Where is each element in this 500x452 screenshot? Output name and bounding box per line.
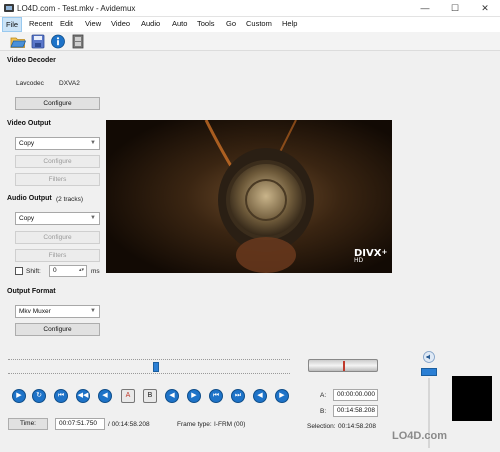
maximize-button[interactable]: ☐ <box>440 0 470 17</box>
output-format-title: Output Format <box>7 288 56 295</box>
menu-recent[interactable]: Recent <box>26 17 56 32</box>
chevron-down-icon: ▼ <box>90 140 96 146</box>
audio-output-title: Audio Output <box>7 195 52 202</box>
menu-bar: File Recent Edit View Video Audio Auto T… <box>0 17 500 32</box>
menu-edit[interactable]: Edit <box>57 17 76 32</box>
play-button[interactable]: ▶ <box>12 389 26 403</box>
decoder-codec-label: Lavcodec <box>16 80 44 87</box>
video-preview: DIVX+ HD <box>106 120 392 273</box>
timeline-track-top[interactable] <box>8 359 290 360</box>
video-output-title: Video Output <box>7 120 51 127</box>
audio-configure-button[interactable]: Configure <box>15 231 100 244</box>
set-marker-b-button[interactable]: B <box>143 389 157 403</box>
next-black-frame-button[interactable]: ▶ <box>275 389 289 403</box>
muxer-configure-button[interactable]: Configure <box>15 323 100 336</box>
chevron-down-icon: ▼ <box>90 215 96 221</box>
audio-codec-value: Copy <box>19 215 35 222</box>
menu-video[interactable]: Video <box>108 17 133 32</box>
back-button[interactable]: ◀ <box>98 389 112 403</box>
toolbar <box>0 32 500 51</box>
menu-file[interactable]: File <box>2 17 23 32</box>
info-icon[interactable] <box>50 34 66 49</box>
shift-checkbox[interactable] <box>15 267 23 275</box>
shift-label: Shift: <box>26 268 41 275</box>
previous-keyframe-button[interactable]: ◀◀ <box>76 389 90 403</box>
watermark-text: LO4D.com <box>392 430 448 442</box>
previous-frame-button[interactable]: ⏮ <box>54 389 68 403</box>
audio-filters-button[interactable]: Filters <box>15 249 100 262</box>
video-frame-image <box>106 120 392 273</box>
go-marker-b-button[interactable]: ▶ <box>187 389 201 403</box>
spin-arrows-icon[interactable]: ▴▾ <box>79 265 84 275</box>
selection-label: Selection: <box>307 423 336 430</box>
shift-value: 0 <box>53 267 57 274</box>
divx-logo: DIVX+ HD <box>354 248 387 264</box>
set-marker-a-button[interactable]: A <box>121 389 135 403</box>
save-disk-icon[interactable] <box>30 34 46 49</box>
film-strip-icon[interactable] <box>70 34 86 49</box>
open-folder-icon[interactable] <box>10 34 26 49</box>
video-codec-select[interactable]: Copy ▼ <box>15 137 100 150</box>
muxer-value: Mkv Muxer <box>19 308 51 315</box>
go-marker-a-button[interactable]: ◀ <box>165 389 179 403</box>
jog-shuttle[interactable] <box>308 359 378 372</box>
current-time-field[interactable]: 00:07:51.750 <box>55 418 105 430</box>
menu-auto[interactable]: Auto <box>169 17 190 32</box>
marker-b-label: B: <box>320 408 327 415</box>
marker-a-label: A: <box>320 392 327 399</box>
volume-slider-handle[interactable] <box>421 368 437 376</box>
menu-audio[interactable]: Audio <box>138 17 163 32</box>
first-frame-button[interactable]: ⏮ <box>209 389 223 403</box>
window-title: LO4D.com - Test.mkv - Avidemux <box>17 4 136 13</box>
menu-tools[interactable]: Tools <box>194 17 218 32</box>
decoder-configure-button[interactable]: Configure <box>15 97 100 110</box>
video-filters-button[interactable]: Filters <box>15 173 100 186</box>
divx-logo-plus: + <box>381 248 388 256</box>
title-bar: LO4D.com - Test.mkv - Avidemux — ☐ ✕ <box>0 0 500 17</box>
shift-unit-label: ms <box>91 268 100 275</box>
frame-type-label: Frame type: <box>177 421 212 428</box>
muxer-select[interactable]: Mkv Muxer ▼ <box>15 305 100 318</box>
decoder-accel-label: DXVA2 <box>59 80 80 87</box>
marker-a-field: 00:00:00.000 <box>333 389 378 401</box>
video-decoder-title: Video Decoder <box>7 57 56 64</box>
audio-tracks-label: (2 tracks) <box>56 196 84 203</box>
video-configure-button[interactable]: Configure <box>15 155 100 168</box>
audio-level-meter <box>452 376 492 421</box>
chevron-down-icon: ▼ <box>90 308 96 314</box>
selection-value: 00:14:58.208 <box>338 423 376 430</box>
frame-type-value: I-FRM (00) <box>214 421 246 428</box>
speaker-icon[interactable] <box>423 351 435 363</box>
timeline-slider-handle[interactable] <box>153 362 159 372</box>
time-button[interactable]: Time: <box>8 418 48 430</box>
total-time-label: / 00:14:58.208 <box>108 421 150 428</box>
rewind-button[interactable]: ↻ <box>32 389 46 403</box>
menu-help[interactable]: Help <box>279 17 300 32</box>
audio-codec-select[interactable]: Copy ▼ <box>15 212 100 225</box>
previous-black-frame-button[interactable]: ◀ <box>253 389 267 403</box>
shift-input[interactable]: 0 ▴▾ <box>49 265 87 277</box>
minimize-button[interactable]: — <box>410 0 440 17</box>
menu-view[interactable]: View <box>82 17 104 32</box>
menu-custom[interactable]: Custom <box>243 17 275 32</box>
marker-b-field: 00:14:58.208 <box>333 405 378 417</box>
close-button[interactable]: ✕ <box>470 0 500 17</box>
timeline-track-bottom[interactable] <box>8 373 290 374</box>
menu-go[interactable]: Go <box>223 17 239 32</box>
video-codec-value: Copy <box>19 140 35 147</box>
last-frame-button[interactable]: ⏭ <box>231 389 245 403</box>
jog-center-marker <box>343 361 345 371</box>
avidemux-app-icon <box>4 4 14 12</box>
